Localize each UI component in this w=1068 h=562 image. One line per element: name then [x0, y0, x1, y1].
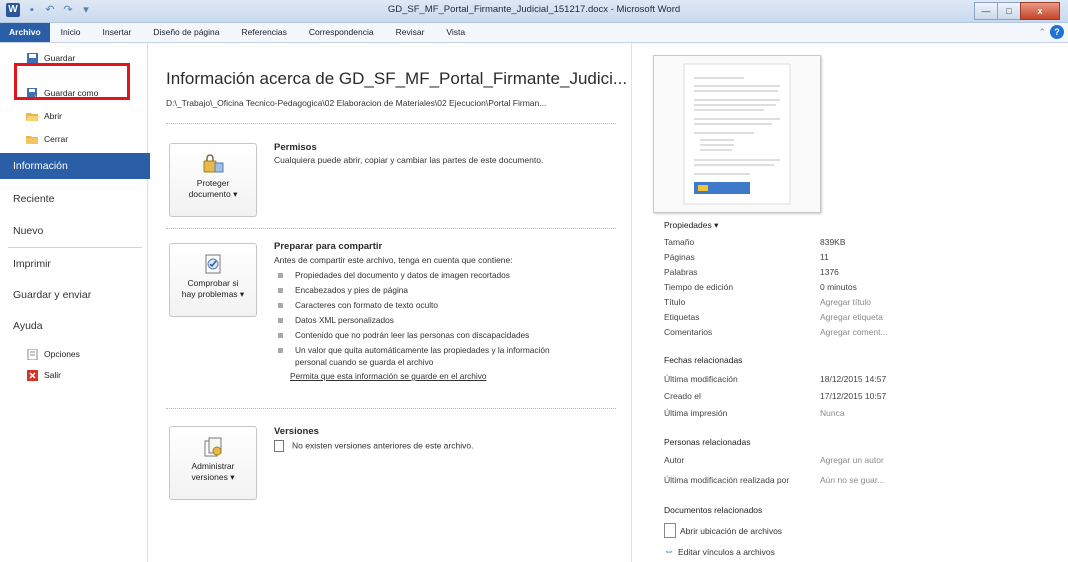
save-icon — [27, 52, 38, 64]
tab-revisar[interactable]: Revisar — [385, 23, 436, 42]
button-label: Proteger — [196, 178, 230, 188]
sidebar-item-reciente[interactable]: Reciente — [0, 186, 147, 212]
sidebar-item-opciones[interactable]: Opciones — [26, 347, 80, 361]
allow-info-link[interactable]: Permita que esta información se guarde e… — [290, 371, 486, 381]
chain-link-icon: ⇔ — [664, 546, 674, 557]
section-divider — [166, 228, 616, 229]
manage-versions-button[interactable]: Administrar versiones ▾ — [169, 426, 257, 500]
document-icon — [274, 440, 284, 452]
list-item: Datos XML personalizados — [278, 315, 394, 325]
permisos-text: Cualquiera puede abrir, copiar y cambiar… — [274, 155, 544, 165]
section-title-permisos: Permisos — [274, 142, 317, 153]
close-button[interactable]: x — [1020, 2, 1060, 20]
sidebar-item-label: Cerrar — [44, 134, 69, 144]
tab-vista[interactable]: Vista — [435, 23, 476, 42]
property-row-comentarios[interactable]: Comentarios Agregar coment... — [664, 327, 888, 337]
window-controls: — □ x — [974, 2, 1060, 20]
list-item: Encabezados y pies de página — [278, 285, 408, 295]
list-item: Propiedades del documento y datos de ima… — [278, 270, 510, 280]
section-title-fechas: Fechas relacionadas — [664, 355, 743, 365]
property-row: Tamaño 839KB — [664, 237, 846, 247]
sidebar-item-abrir[interactable]: Abrir — [26, 109, 62, 123]
minimize-button[interactable]: — — [974, 2, 998, 20]
list-item: Caracteres con formato de texto oculto — [278, 300, 438, 310]
help-icon[interactable]: ? — [1050, 25, 1064, 39]
tab-archivo[interactable]: Archivo — [0, 23, 50, 42]
open-folder-icon — [26, 112, 39, 121]
properties-dropdown[interactable]: Propiedades ▾ — [664, 220, 718, 231]
date-row: Última impresión Nunca — [664, 408, 845, 418]
sidebar-item-cerrar[interactable]: Cerrar — [26, 132, 68, 146]
tab-referencias[interactable]: Referencias — [231, 23, 298, 42]
sidebar-item-informacion[interactable]: Información — [0, 153, 150, 179]
date-row: Última modificación 18/12/2015 14:57 — [664, 374, 887, 384]
property-row: Palabras 1376 — [664, 267, 839, 277]
list-item: Contenido que no podrán leer las persona… — [278, 330, 529, 340]
sidebar-item-imprimir[interactable]: Imprimir — [0, 251, 147, 277]
versiones-text: No existen versiones anteriores de este … — [274, 440, 473, 452]
document-icon — [664, 523, 676, 538]
button-label-dropdown: hay problemas ▾ — [181, 289, 245, 299]
property-row: Tiempo de edición 0 minutos — [664, 282, 857, 292]
person-row-autor[interactable]: Autor Agregar un autor — [664, 455, 884, 465]
section-title-documentos: Documentos relacionados — [664, 505, 763, 515]
open-file-location-link[interactable]: Abrir ubicación de archivos — [664, 523, 782, 538]
section-title-personas: Personas relacionadas — [664, 437, 751, 447]
sidebar-item-ayuda[interactable]: Ayuda — [0, 313, 147, 339]
sidebar-item-guardar-y-enviar[interactable]: Guardar y enviar — [0, 282, 147, 308]
section-divider — [166, 408, 616, 409]
button-label: Administrar — [191, 461, 235, 471]
minimize-ribbon-icon[interactable]: ⌃ — [1038, 27, 1046, 38]
property-row-titulo[interactable]: Título Agregar título — [664, 297, 871, 307]
ribbon: Archivo Inicio Insertar Diseño de página… — [0, 23, 1068, 43]
section-divider — [166, 123, 616, 124]
sidebar-item-label: Opciones — [44, 349, 80, 359]
section-title-preparar: Preparar para compartir — [274, 241, 383, 252]
check-issues-button[interactable]: Comprobar si hay problemas ▾ — [169, 243, 257, 317]
date-row: Creado el 17/12/2015 10:57 — [664, 391, 887, 401]
versions-icon — [204, 437, 222, 457]
edit-links-link[interactable]: ⇔ Editar vínculos a archivos — [664, 546, 775, 557]
page-title: Información acerca de GD_SF_MF_Portal_Fi… — [166, 69, 628, 88]
options-icon — [27, 348, 38, 360]
tab-correspondencia[interactable]: Correspondencia — [298, 23, 385, 42]
preparar-intro: Antes de compartir este archivo, tenga e… — [274, 255, 513, 265]
sidebar-item-label: Salir — [44, 370, 62, 380]
tab-inicio[interactable]: Inicio — [50, 23, 92, 42]
document-check-icon — [205, 254, 221, 274]
protect-document-button[interactable]: Proteger documento ▾ — [169, 143, 257, 217]
list-item-continuation: personal cuando se guarda el archivo — [295, 357, 434, 367]
sidebar-item-salir[interactable]: Salir — [26, 368, 61, 382]
button-label: Comprobar si — [187, 278, 239, 288]
window-title: GD_SF_MF_Portal_Firmante_Judicial_151217… — [387, 4, 681, 15]
sidebar-divider — [8, 247, 142, 248]
info-panel: Información acerca de GD_SF_MF_Portal_Fi… — [148, 43, 630, 562]
sidebar-item-label: Guardar — [44, 53, 76, 63]
backstage-sidebar: Guardar Guardar como Abrir Cerrar Inform… — [0, 43, 150, 562]
file-path: D:\_Trabajo\_Oficina Tecnico-Pedagogica\… — [166, 98, 547, 108]
maximize-button[interactable]: □ — [997, 2, 1021, 20]
property-row-etiquetas[interactable]: Etiquetas Agregar etiqueta — [664, 312, 883, 322]
list-item: Un valor que quita automáticamente las p… — [278, 345, 550, 355]
sidebar-item-nuevo[interactable]: Nuevo — [0, 218, 147, 244]
highlight-annotation — [14, 63, 130, 100]
person-row: Última modificación realizada por Aún no … — [664, 475, 885, 485]
exit-icon — [27, 369, 38, 381]
button-label-dropdown: versiones ▾ — [191, 472, 235, 482]
close-folder-icon — [26, 135, 38, 144]
property-row: Páginas 11 — [664, 252, 829, 262]
tab-insertar[interactable]: Insertar — [92, 23, 143, 42]
ribbon-tabs: Archivo Inicio Insertar Diseño de página… — [0, 23, 1068, 42]
tab-diseno-pagina[interactable]: Diseño de página — [142, 23, 230, 42]
document-thumbnail[interactable] — [653, 55, 821, 213]
lock-key-icon — [203, 154, 224, 173]
sidebar-item-label: Abrir — [44, 111, 62, 121]
section-title-versiones: Versiones — [274, 426, 319, 437]
properties-panel: Propiedades ▾ Tamaño 839KB Páginas 11 Pala… — [631, 43, 1068, 562]
ribbon-help-area: ⌃ ? — [1038, 25, 1064, 39]
title-bar: W ▪ ↶ ↷ ▾ GD_SF_MF_Portal_Firmante_Judic… — [0, 0, 1068, 23]
thumbnail-preview — [683, 63, 791, 205]
button-label-dropdown: documento ▾ — [188, 189, 238, 199]
